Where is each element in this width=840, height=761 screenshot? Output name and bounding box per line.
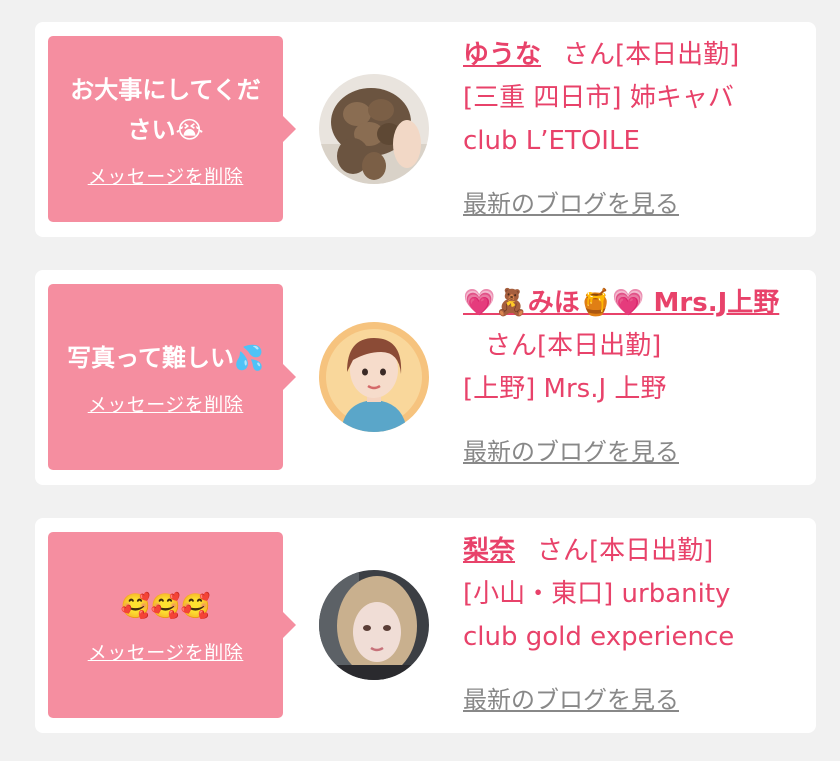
shop-area: [小山・東口] urbanity: [463, 579, 731, 609]
latest-blog-link[interactable]: 最新のブログを見る: [463, 680, 679, 715]
shop-area: [上野] Mrs.J 上野: [463, 374, 667, 404]
girl-status: さん[本日出勤]: [537, 536, 714, 566]
avatar[interactable]: [319, 570, 429, 680]
message-bubble: 写真って難しい💦 メッセージを削除: [48, 284, 296, 470]
message-card: 🥰🥰🥰 メッセージを削除 梨奈 さん[本日出勤] [小山・東口] urbanity…: [35, 518, 816, 733]
message-card: 写真って難しい💦 メッセージを削除 💗🧸みほ🍯💗 Mrs.J上野さん[本日出勤]…: [35, 270, 816, 485]
message-bubble: 🥰🥰🥰 メッセージを削除: [48, 532, 296, 718]
illustrated-woman-icon: [319, 322, 429, 432]
shop-name: club gold experience: [463, 622, 735, 652]
girl-info: ゆうな さん[本日出勤] [三重 四日市] 姉キャバ club L’ETOILE: [463, 34, 803, 163]
message-card: お大事にしてください😭 メッセージを削除 ゆうな さん[本日出勤] [三重 四日市…: [35, 22, 816, 237]
girl-name-link[interactable]: 梨奈: [463, 536, 515, 566]
girl-info: 梨奈 さん[本日出勤] [小山・東口] urbanity club gold ex…: [463, 530, 803, 659]
hairstyle-photo-icon: [319, 74, 429, 184]
message-bubble: お大事にしてください😭 メッセージを削除: [48, 36, 296, 222]
girl-status: さん[本日出勤]: [485, 331, 662, 361]
shop-area: [三重 四日市] 姉キャバ: [463, 83, 734, 113]
girl-name-link[interactable]: ゆうな: [463, 40, 541, 70]
shop-name: club L’ETOILE: [463, 126, 640, 156]
delete-message-link[interactable]: メッセージを削除: [88, 390, 244, 417]
message-text: 写真って難しい💦: [67, 343, 264, 372]
avatar[interactable]: [319, 322, 429, 432]
delete-message-link[interactable]: メッセージを削除: [88, 162, 244, 189]
latest-blog-link[interactable]: 最新のブログを見る: [463, 184, 679, 219]
girl-info: 💗🧸みほ🍯💗 Mrs.J上野さん[本日出勤] [上野] Mrs.J 上野: [463, 282, 803, 411]
avatar[interactable]: [319, 74, 429, 184]
woman-photo-icon: [319, 570, 429, 680]
girl-name-link[interactable]: 💗🧸みほ🍯💗 Mrs.J上野: [463, 288, 779, 318]
latest-blog-link[interactable]: 最新のブログを見る: [463, 432, 679, 467]
delete-message-link[interactable]: メッセージを削除: [88, 638, 244, 665]
girl-status: さん[本日出勤]: [563, 40, 740, 70]
message-text: お大事にしてください😭: [70, 75, 261, 144]
message-text: 🥰🥰🥰: [120, 591, 211, 620]
